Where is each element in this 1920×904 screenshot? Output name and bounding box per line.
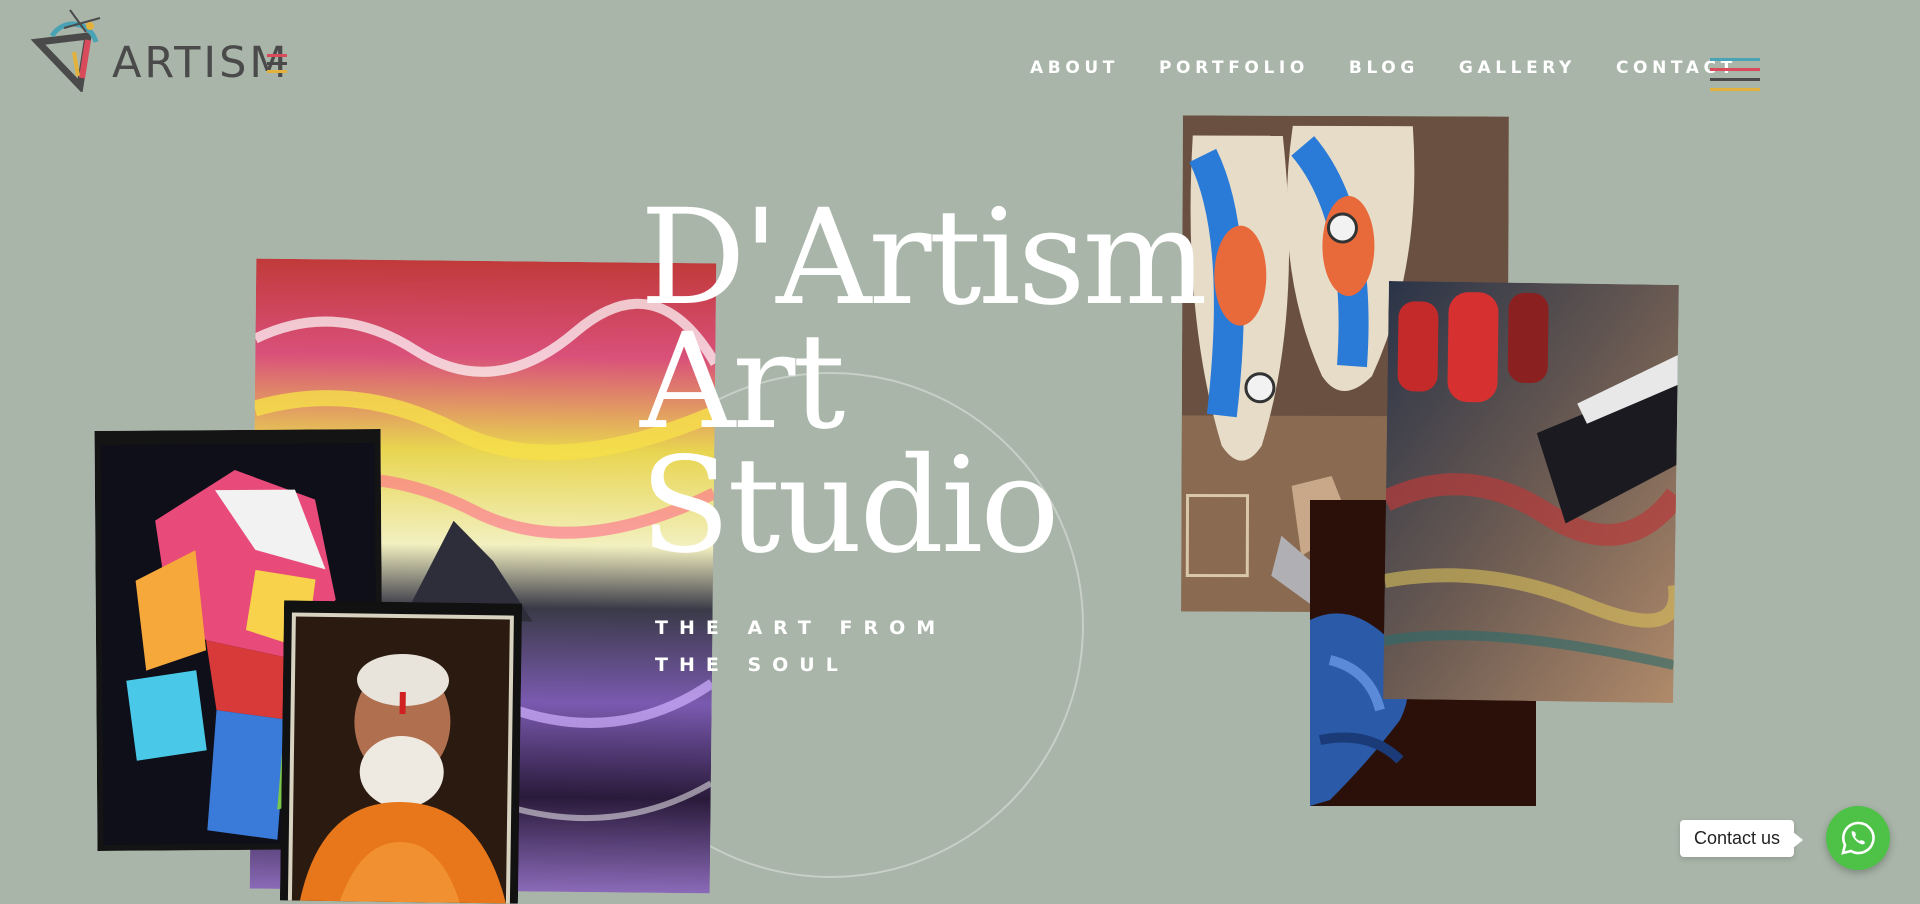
hero-title-line-1: D'Artism [640,181,1208,335]
main-nav: ABOUT PORTFOLIO BLOG GALLERY CONTACT [1030,56,1777,80]
nav-blog[interactable]: BLOG [1349,56,1419,80]
paint-tubes-image [1383,280,1679,704]
logo-mark-icon [30,9,101,92]
logo-e-stripes [267,54,287,80]
whatsapp-button[interactable] [1826,806,1890,870]
hero-title-line-3: Studio [640,429,1060,583]
sadhu-portrait-image [279,600,523,904]
hero-title-line-2: Art [640,305,845,459]
hamburger-icon[interactable] [1710,58,1760,92]
hero-title: D'Artism Art Studio [640,181,1208,583]
logo-text: ARTISM [112,38,290,88]
whatsapp-icon [1841,821,1875,855]
nav-portfolio[interactable]: PORTFOLIO [1159,56,1309,80]
nav-about[interactable]: ABOUT [1030,56,1119,80]
nav-gallery[interactable]: GALLERY [1459,56,1576,80]
brand-logo[interactable]: ARTISM [30,6,300,92]
hero-subtitle: THE ART FROM THE SOUL [655,617,947,676]
contact-us-bubble[interactable]: Contact us [1680,820,1804,857]
